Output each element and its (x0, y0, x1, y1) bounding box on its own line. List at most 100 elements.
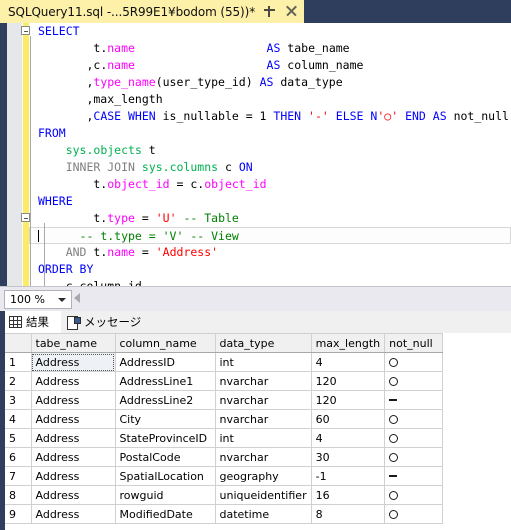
column-header-max-length[interactable]: max_length (311, 333, 386, 353)
code-line[interactable]: sys.objects t (29, 142, 511, 159)
column-header-column-name[interactable]: column_name (115, 333, 216, 353)
cell-tabe-name[interactable]: Address (31, 466, 116, 486)
tab-results[interactable]: 結果 (5, 311, 61, 333)
table-row[interactable]: 4 Address City nvarchar 60 (5, 409, 444, 429)
cell-max-length[interactable]: 60 (311, 409, 386, 429)
cell-column-name[interactable]: PostalCode (115, 447, 216, 467)
tab-messages[interactable]: メッセージ (63, 311, 151, 333)
code-line[interactable]: ,max_length (29, 91, 511, 108)
cell-max-length[interactable]: 4 (311, 428, 386, 448)
row-number-cell[interactable]: 6 (5, 447, 32, 467)
code-line[interactable]: ,CASE WHEN is_nullable = 1 THEN '-' ELSE… (29, 108, 511, 125)
cell-not-null[interactable] (384, 504, 444, 524)
table-row[interactable]: 1 Address AddressID int 4 (5, 352, 444, 372)
cell-not-null[interactable] (384, 371, 444, 391)
cell-max-length[interactable]: 120 (311, 390, 386, 410)
cell-not-null[interactable] (384, 352, 444, 372)
cell-tabe-name[interactable]: Address (31, 371, 116, 391)
cell-tabe-name[interactable]: Address (31, 352, 116, 372)
code-line[interactable]: -- t.type = 'V' -- View (29, 227, 511, 244)
scroll-left-icon[interactable] (74, 293, 80, 303)
cell-max-length[interactable]: 30 (311, 447, 386, 467)
cell-tabe-name[interactable]: Address (31, 428, 116, 448)
sql-editor[interactable]: SELECT t.name AS tabe_name ,c.name AS co… (0, 23, 511, 286)
column-header-data-type[interactable]: data_type (215, 333, 312, 353)
column-header-tabe-name[interactable]: tabe_name (31, 333, 116, 353)
cell-data-type[interactable]: uniqueidentifier (215, 485, 312, 505)
table-row[interactable]: 5 Address StateProvinceID int 4 (5, 428, 444, 448)
code-line[interactable]: ,c.name AS column_name (29, 57, 511, 74)
cell-column-name[interactable]: SpatialLocation (115, 466, 216, 486)
code-line[interactable]: c.column_id (29, 278, 511, 286)
outline-collapse-icon[interactable] (21, 26, 30, 35)
cell-column-name[interactable]: AddressLine2 (115, 390, 216, 410)
cell-not-null[interactable] (384, 447, 444, 467)
cell-not-null[interactable] (384, 428, 444, 448)
results-grid-container[interactable]: tabe_name column_name data_type max_leng… (5, 333, 511, 530)
code-line[interactable]: AND t.name = 'Address' (29, 244, 511, 261)
outline-collapse-icon[interactable] (21, 213, 30, 222)
table-row[interactable]: 9 Address ModifiedDate datetime 8 (5, 504, 444, 524)
document-tab-sqlquery11[interactable]: SQLQuery11.sql -...5R99E1¥bodom (55))* (0, 0, 305, 23)
cell-max-length[interactable]: -1 (311, 466, 386, 486)
table-row[interactable]: 7 Address SpatialLocation geography -1 (5, 466, 444, 486)
row-number-cell[interactable]: 4 (5, 409, 32, 429)
code-line[interactable]: ,type_name(user_type_id) AS data_type (29, 74, 511, 91)
table-row[interactable]: 3 Address AddressLine2 nvarchar 120 (5, 390, 444, 410)
code-line[interactable]: t.object_id = c.object_id (29, 176, 511, 193)
cell-data-type[interactable]: nvarchar (215, 447, 312, 467)
cell-data-type[interactable]: nvarchar (215, 409, 312, 429)
row-number-cell[interactable]: 9 (5, 504, 32, 524)
code-line[interactable]: t.name AS tabe_name (29, 40, 511, 57)
cell-column-name[interactable]: City (115, 409, 216, 429)
zoom-level-combobox[interactable]: 100 % (4, 290, 72, 309)
cell-max-length[interactable]: 16 (311, 485, 386, 505)
cell-tabe-name[interactable]: Address (31, 390, 116, 410)
cell-max-length[interactable]: 4 (311, 352, 386, 372)
row-number-cell[interactable]: 7 (5, 466, 32, 486)
close-icon[interactable] (284, 4, 299, 19)
cell-not-null[interactable] (384, 409, 444, 429)
cell-column-name[interactable]: AddressLine1 (115, 371, 216, 391)
table-row[interactable]: 6 Address PostalCode nvarchar 30 (5, 447, 444, 467)
cell-column-name[interactable]: AddressID (115, 352, 216, 372)
cell-data-type[interactable]: datetime (215, 504, 312, 524)
code-text-area[interactable]: SELECT t.name AS tabe_name ,c.name AS co… (21, 23, 511, 286)
cell-not-null[interactable] (384, 485, 444, 505)
code-line[interactable]: SELECT (21, 23, 511, 40)
row-number-cell[interactable]: 3 (5, 390, 32, 410)
code-line[interactable]: t.type = 'U' -- Table (21, 210, 511, 227)
cell-data-type[interactable]: geography (215, 466, 312, 486)
cell-max-length[interactable]: 120 (311, 371, 386, 391)
cell-data-type[interactable]: int (215, 428, 312, 448)
cell-tabe-name[interactable]: Address (31, 409, 116, 429)
column-header-not-null[interactable]: not_null (384, 333, 444, 353)
cell-column-name[interactable]: rowguid (115, 485, 216, 505)
row-number-cell[interactable]: 1 (5, 352, 32, 372)
cell-column-name[interactable]: ModifiedDate (115, 504, 216, 524)
code-line[interactable]: INNER JOIN sys.columns c ON (29, 159, 511, 176)
cell-not-null[interactable] (384, 390, 444, 410)
pin-icon[interactable] (262, 4, 277, 19)
cell-tabe-name[interactable]: Address (31, 485, 116, 505)
code-line[interactable]: WHERE (29, 193, 511, 210)
cell-tabe-name[interactable]: Address (31, 447, 116, 467)
table-row[interactable]: 8 Address rowguid uniqueidentifier 16 (5, 485, 444, 505)
code-token: name (107, 58, 135, 72)
cell-data-type[interactable]: nvarchar (215, 390, 312, 410)
cell-not-null[interactable] (384, 466, 444, 486)
editor-gutter[interactable] (7, 23, 22, 286)
cell-max-length[interactable]: 8 (311, 504, 386, 524)
results-grid[interactable]: tabe_name column_name data_type max_leng… (5, 333, 444, 524)
chevron-down-icon[interactable] (58, 298, 66, 302)
row-number-cell[interactable]: 2 (5, 371, 32, 391)
code-line[interactable]: FROM (29, 125, 511, 142)
cell-data-type[interactable]: nvarchar (215, 371, 312, 391)
row-number-cell[interactable]: 5 (5, 428, 32, 448)
table-row[interactable]: 2 Address AddressLine1 nvarchar 120 (5, 371, 444, 391)
row-number-cell[interactable]: 8 (5, 485, 32, 505)
cell-data-type[interactable]: int (215, 352, 312, 372)
cell-tabe-name[interactable]: Address (31, 504, 116, 524)
code-line[interactable]: ORDER BY (29, 261, 511, 278)
cell-column-name[interactable]: StateProvinceID (115, 428, 216, 448)
